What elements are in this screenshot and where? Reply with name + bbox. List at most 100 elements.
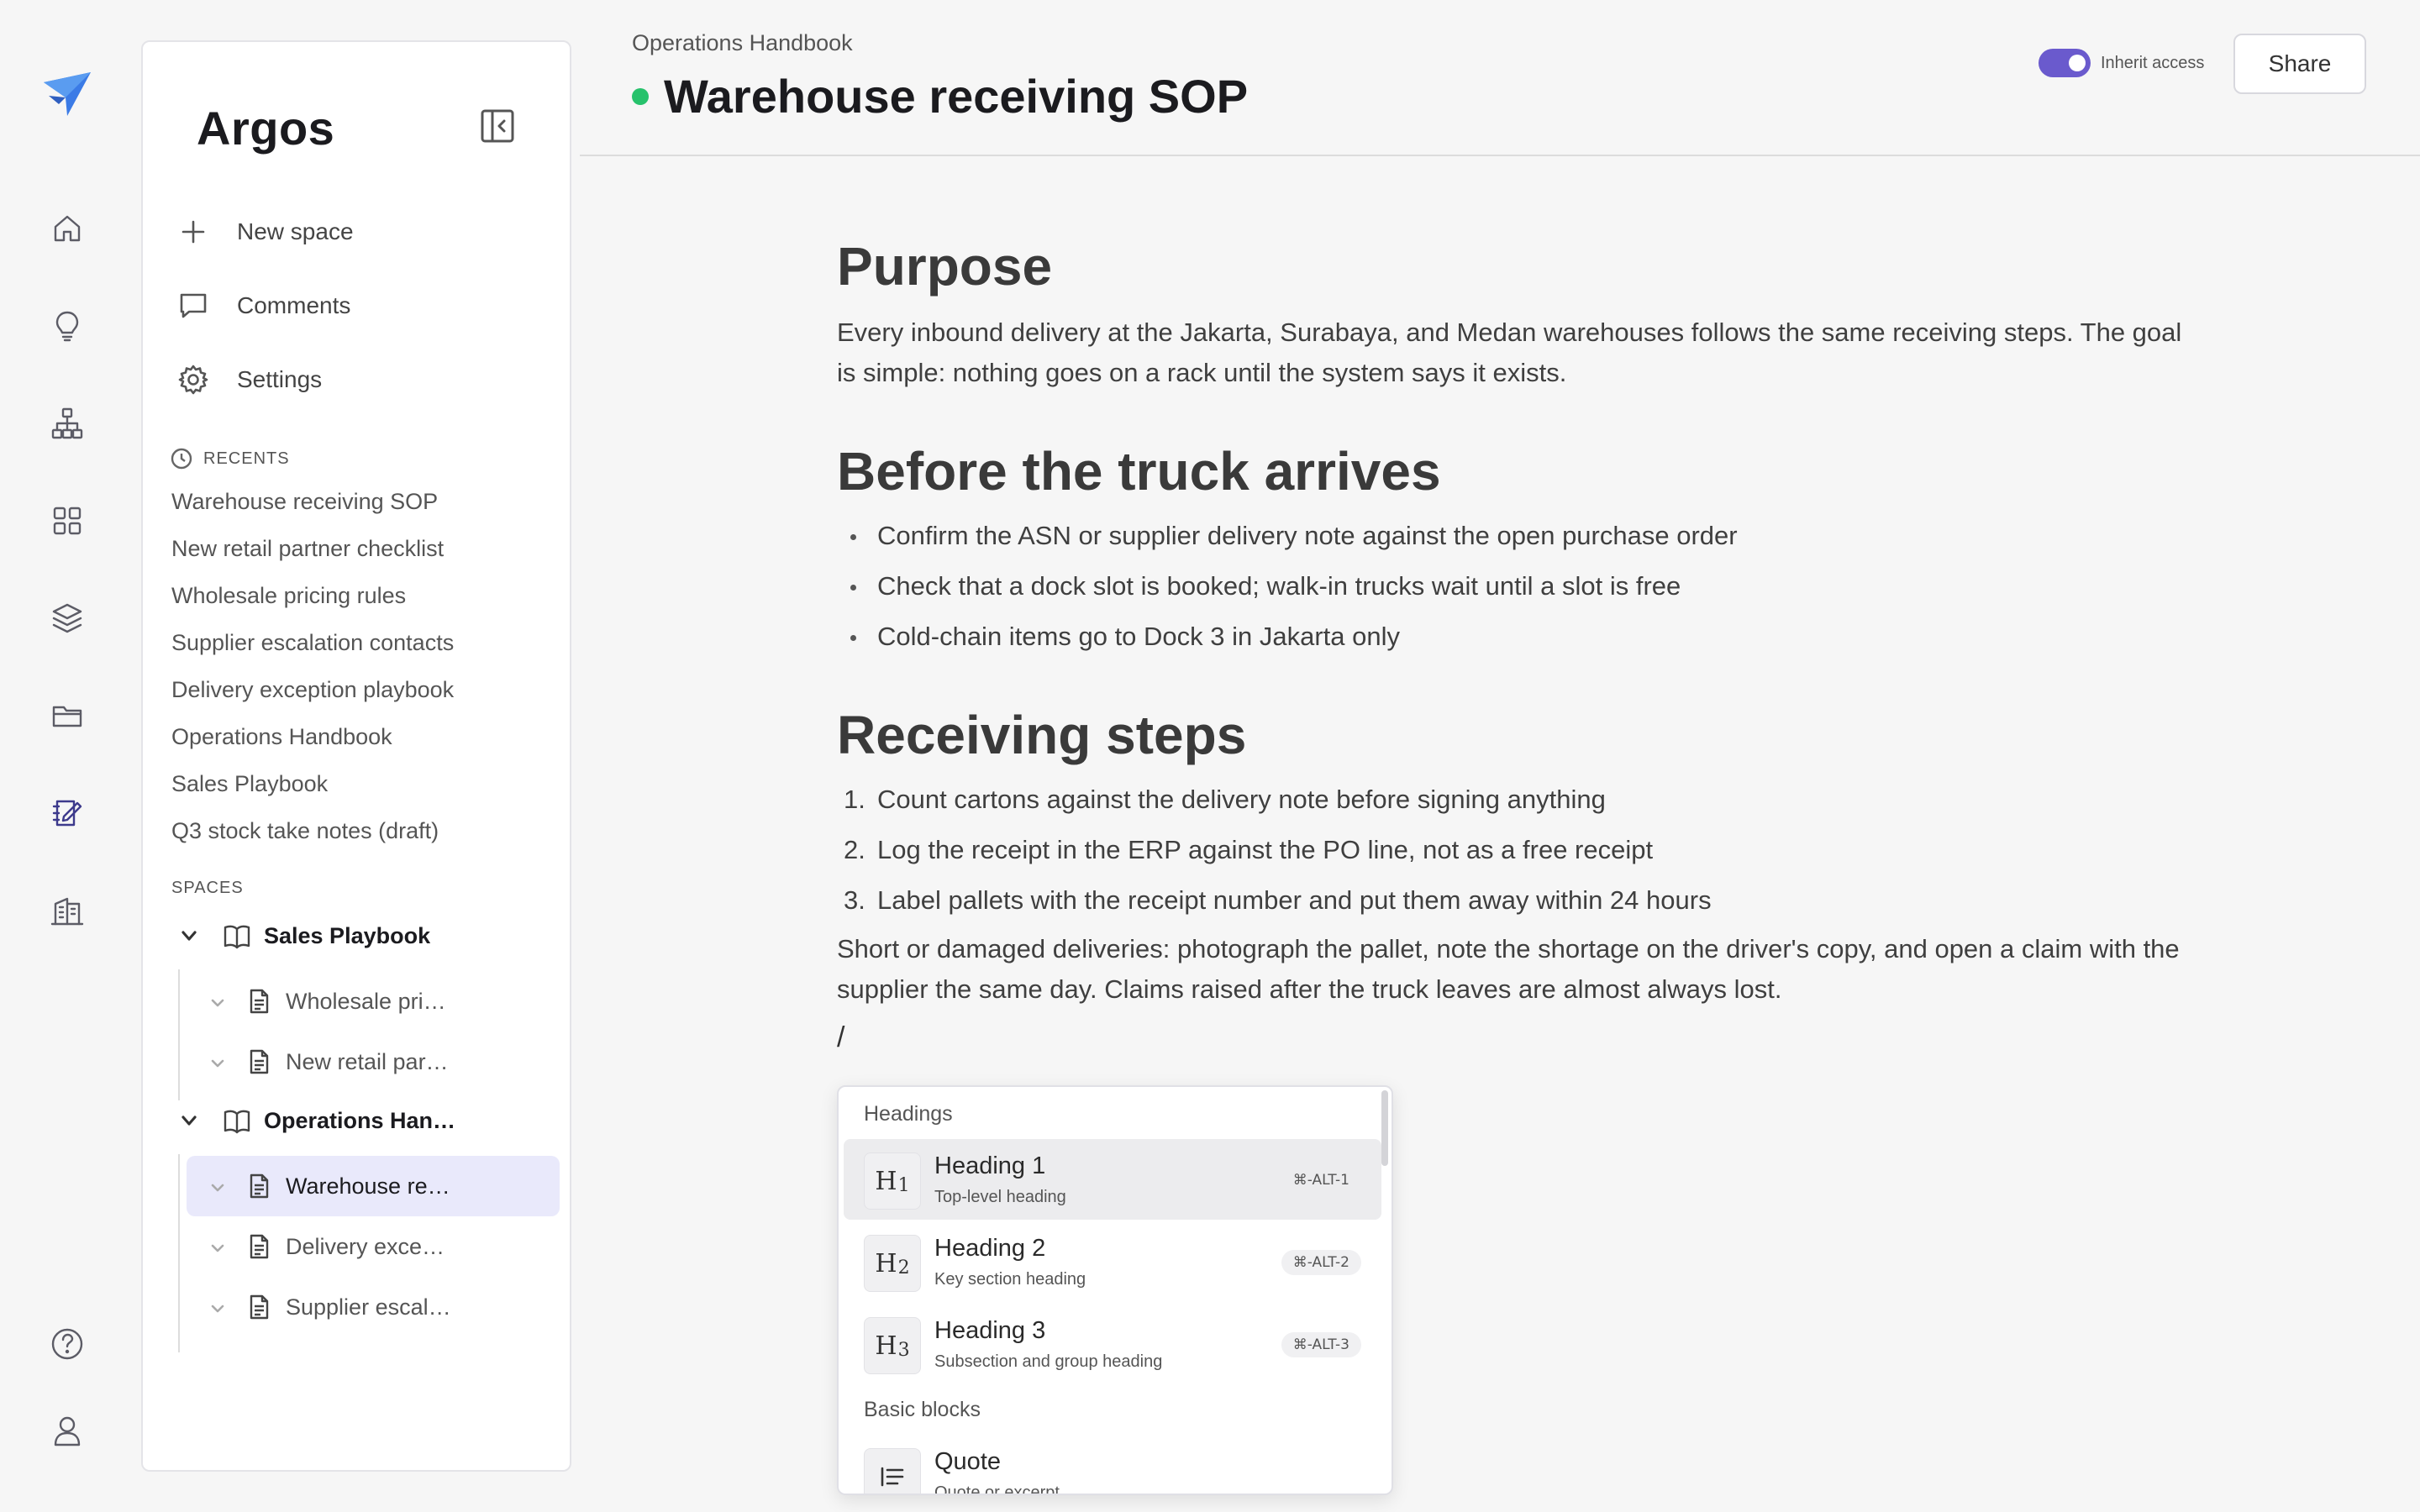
list-item: 3. Label pallets with the receipt number … bbox=[844, 885, 1712, 915]
document-icon bbox=[245, 1173, 272, 1200]
section-heading: Purpose bbox=[837, 236, 1053, 297]
recent-item[interactable]: Warehouse receiving SOP bbox=[171, 489, 438, 515]
header-divider bbox=[580, 155, 2420, 156]
document-body[interactable]: Purpose Every inbound delivery at the Ja… bbox=[837, 235, 2198, 1054]
user-icon[interactable] bbox=[44, 1408, 91, 1455]
heading-2-icon: H2 bbox=[864, 1235, 921, 1292]
paragraph: Short or damaged deliveries: photograph … bbox=[837, 934, 2180, 1004]
menu-item-subtitle: Quote or excerpt bbox=[934, 1483, 1060, 1495]
slash-command-input[interactable]: / bbox=[837, 1021, 2198, 1054]
layers-icon[interactable] bbox=[44, 595, 91, 642]
shortcut-badge: ⌘-ALT-2 bbox=[1281, 1250, 1361, 1275]
section-heading: Receiving steps bbox=[837, 705, 1247, 765]
page-item-active[interactable]: Warehouse re… bbox=[187, 1156, 560, 1216]
notebook-icon[interactable] bbox=[44, 790, 91, 837]
recent-item[interactable]: Wholesale pricing rules bbox=[171, 583, 406, 609]
recent-item[interactable]: Q3 stock take notes (draft) bbox=[171, 818, 439, 844]
inherit-access-label: Inherit access bbox=[2101, 54, 2205, 72]
recent-item[interactable]: New retail partner checklist bbox=[171, 536, 444, 562]
heading-1-icon: H1 bbox=[864, 1152, 921, 1210]
menu-scrollbar[interactable] bbox=[1381, 1090, 1388, 1166]
home-icon[interactable] bbox=[44, 205, 91, 252]
menu-item-title: Quote bbox=[934, 1448, 1001, 1475]
page-title[interactable]: Warehouse receiving SOP bbox=[664, 69, 1248, 123]
sidebar: Argos New space Comments Settings RECENT… bbox=[141, 40, 571, 1472]
workspace-title: Argos bbox=[197, 102, 335, 155]
tree-guide bbox=[178, 969, 180, 1100]
list-item: 1. Count cartons against the delivery not… bbox=[844, 785, 1606, 814]
page-item[interactable]: Wholesale pri… bbox=[187, 971, 560, 1032]
menu-item-heading-1[interactable]: H1 Heading 1 Top-level heading ⌘-ALT-1 bbox=[844, 1139, 1381, 1220]
page-label: Delivery exce… bbox=[286, 1233, 445, 1259]
space-operations-handbook[interactable]: Operations Han… bbox=[178, 1104, 455, 1137]
page-title-row: Warehouse receiving SOP bbox=[632, 69, 1248, 123]
space-label: Operations Han… bbox=[264, 1107, 456, 1133]
recent-item[interactable]: Operations Handbook bbox=[171, 724, 392, 750]
chevron-down-icon[interactable] bbox=[208, 1177, 227, 1195]
document-icon bbox=[245, 1233, 272, 1260]
page-label: Wholesale pri… bbox=[286, 988, 446, 1014]
menu-item-subtitle: Top-level heading bbox=[934, 1188, 1066, 1206]
heading-3-icon: H3 bbox=[864, 1317, 921, 1374]
spaces-heading: SPACES bbox=[171, 879, 244, 897]
chevron-down-icon[interactable] bbox=[208, 1053, 227, 1071]
share-button[interactable]: Share bbox=[2233, 34, 2366, 94]
menu-item-subtitle: Key section heading bbox=[934, 1270, 1086, 1289]
recent-item[interactable]: Delivery exception playbook bbox=[171, 677, 454, 703]
settings-label: Settings bbox=[237, 366, 323, 392]
chevron-down-icon[interactable] bbox=[178, 925, 200, 947]
building-icon[interactable] bbox=[44, 887, 91, 934]
new-space-button[interactable]: New space bbox=[176, 207, 354, 257]
recent-item[interactable]: Supplier escalation contacts bbox=[171, 630, 454, 656]
lightbulb-icon[interactable] bbox=[44, 302, 91, 349]
list-item: Confirm the ASN or supplier delivery not… bbox=[837, 511, 2198, 561]
menu-item-title: Heading 2 bbox=[934, 1235, 1046, 1262]
help-icon[interactable] bbox=[44, 1320, 91, 1368]
chevron-down-icon[interactable] bbox=[208, 1237, 227, 1256]
list-item: 2. Log the receipt in the ERP against the… bbox=[844, 835, 1654, 864]
menu-item-title: Heading 1 bbox=[934, 1152, 1046, 1179]
list-item: Cold-chain items go to Dock 3 in Jakarta… bbox=[837, 612, 2198, 662]
menu-item-quote[interactable]: Quote Quote or excerpt bbox=[844, 1435, 1381, 1495]
grid-icon[interactable] bbox=[44, 497, 91, 544]
comment-icon bbox=[180, 293, 207, 318]
chevron-down-icon[interactable] bbox=[208, 1298, 227, 1316]
space-label: Sales Playbook bbox=[264, 922, 431, 948]
recents-heading: RECENTS bbox=[170, 447, 290, 470]
paragraph: Every inbound delivery at the Jakarta, S… bbox=[837, 318, 2182, 387]
page-item[interactable]: Supplier escal… bbox=[187, 1277, 560, 1337]
menu-item-heading-2[interactable]: H2 Heading 2 Key section heading ⌘-ALT-2 bbox=[844, 1221, 1381, 1302]
slash-command-menu[interactable]: Headings H1 Heading 1 Top-level heading … bbox=[837, 1085, 1393, 1495]
menu-item-heading-3[interactable]: H3 Heading 3 Subsection and group headin… bbox=[844, 1304, 1381, 1384]
shortcut-badge: ⌘-ALT-1 bbox=[1292, 1172, 1349, 1189]
menu-item-subtitle: Subsection and group heading bbox=[934, 1352, 1163, 1371]
book-icon bbox=[222, 921, 252, 951]
page-label: Supplier escal… bbox=[286, 1294, 451, 1320]
document-icon bbox=[245, 988, 272, 1015]
app-logo-icon[interactable] bbox=[42, 71, 92, 118]
chevron-down-icon[interactable] bbox=[178, 1110, 200, 1131]
breadcrumb[interactable]: Operations Handbook bbox=[632, 30, 853, 56]
org-chart-icon[interactable] bbox=[44, 400, 91, 447]
collapse-sidebar-icon[interactable] bbox=[477, 106, 518, 146]
page-item[interactable]: Delivery exce… bbox=[187, 1216, 560, 1277]
inherit-access-toggle[interactable] bbox=[2039, 49, 2091, 77]
chevron-down-icon[interactable] bbox=[208, 992, 227, 1011]
folder-icon[interactable] bbox=[44, 692, 91, 739]
new-space-label: New space bbox=[237, 218, 354, 244]
app-rail bbox=[0, 0, 134, 1512]
tree-guide bbox=[178, 1154, 180, 1352]
shortcut-badge: ⌘-ALT-3 bbox=[1281, 1332, 1361, 1357]
space-sales-playbook[interactable]: Sales Playbook bbox=[178, 919, 430, 953]
plus-icon bbox=[182, 220, 205, 244]
recent-item[interactable]: Sales Playbook bbox=[171, 771, 328, 797]
quote-icon bbox=[864, 1448, 921, 1494]
comments-label: Comments bbox=[237, 292, 351, 318]
clock-icon bbox=[171, 448, 192, 470]
page-item[interactable]: New retail par… bbox=[187, 1032, 560, 1092]
settings-button[interactable]: Settings bbox=[176, 354, 322, 405]
page-label: New retail par… bbox=[286, 1048, 449, 1074]
menu-item-title: Heading 3 bbox=[934, 1317, 1046, 1344]
comments-button[interactable]: Comments bbox=[176, 281, 350, 331]
menu-group-heading: Headings bbox=[864, 1102, 953, 1126]
